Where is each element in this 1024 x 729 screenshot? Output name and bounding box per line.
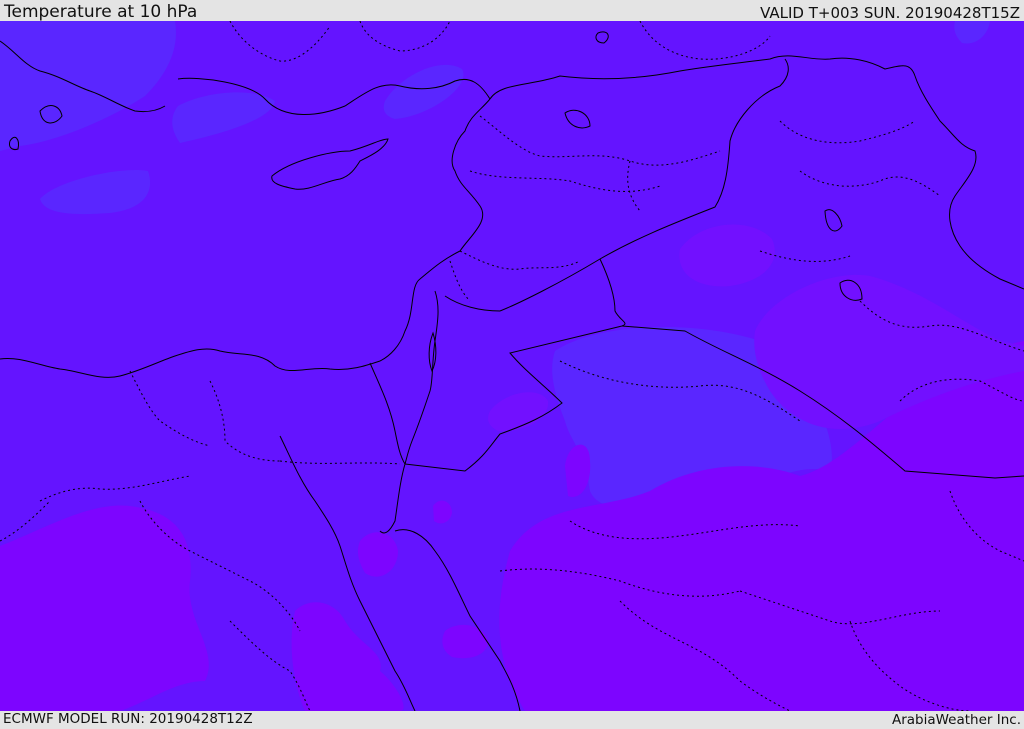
map-header: Temperature at 10 hPa VALID T+003 SUN. 2… bbox=[0, 0, 1024, 21]
map-footer: ECMWF MODEL RUN: 20190428T12Z ArabiaWeat… bbox=[0, 711, 1024, 729]
valid-time-label: VALID T+003 SUN. 20190428T15Z bbox=[760, 4, 1020, 22]
map-panel bbox=[0, 21, 1024, 711]
temperature-map bbox=[0, 21, 1024, 711]
map-title: Temperature at 10 hPa bbox=[4, 2, 198, 22]
credit-label: ArabiaWeather Inc. bbox=[891, 712, 1021, 728]
model-run-label: ECMWF MODEL RUN: 20190428T12Z bbox=[3, 711, 253, 727]
